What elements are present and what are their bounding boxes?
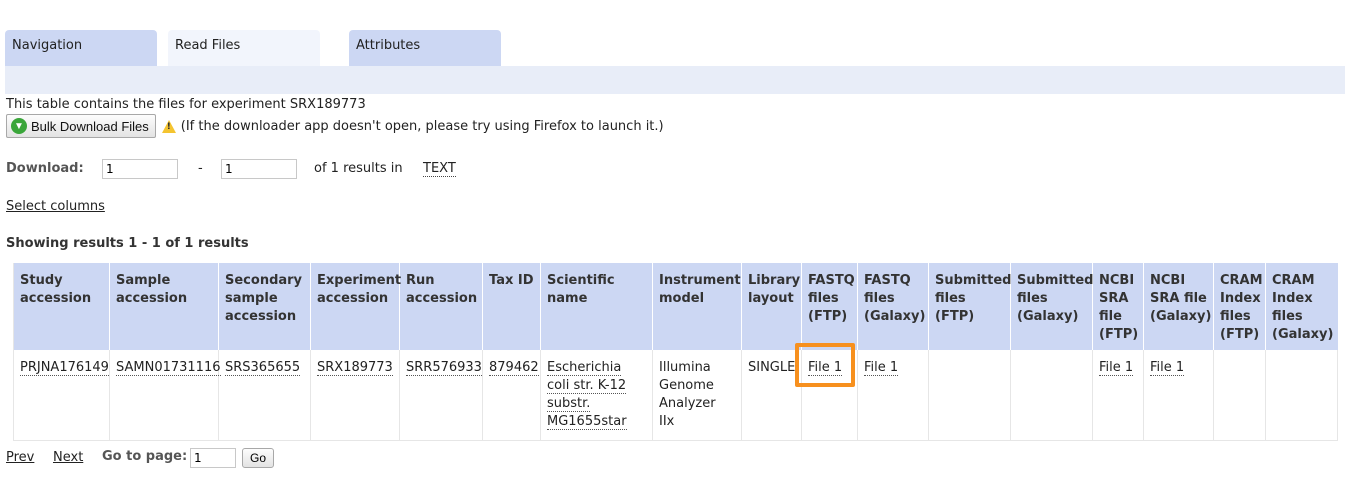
results-summary: Showing results 1 - 1 of 1 results <box>6 236 249 251</box>
column-header: Submitted files (FTP) <box>928 263 1011 350</box>
download-label: Download: <box>6 161 84 176</box>
column-header: Experiment accession <box>310 263 401 350</box>
column-header: Run accession <box>399 263 483 350</box>
scientific-name-link[interactable]: Escherichia coli str. K-12 substr. MG165… <box>547 360 627 430</box>
fastq-ftp-file-link[interactable]: File 1 <box>808 360 843 376</box>
sample-accession-link[interactable]: SAMN01731116 <box>116 360 221 376</box>
run-accession-link[interactable]: SRR576933 <box>406 360 482 376</box>
column-header: FASTQ files (Galaxy) <box>857 263 929 350</box>
tax-id-link[interactable]: 879462 <box>489 360 539 376</box>
tab-content-strip <box>5 66 1345 94</box>
sra-ftp-file-link[interactable]: File 1 <box>1099 360 1134 376</box>
bulk-download-label: Bulk Download Files <box>31 118 149 134</box>
secondary-sample-link[interactable]: SRS365655 <box>225 360 301 376</box>
goto-page-label: Go to page: <box>102 449 188 464</box>
downloader-note: (If the downloader app doesn't open, ple… <box>180 118 664 134</box>
column-header: Secondary sample accession <box>218 263 311 350</box>
table-row: PRJNA176149 SAMN01731116 SRS365655 SRX18… <box>13 350 1338 441</box>
download-results-text: of 1 results in <box>314 161 403 176</box>
page-number-input[interactable] <box>190 448 236 468</box>
column-header: Submitted files (Galaxy) <box>1010 263 1093 350</box>
column-header: Scientific name <box>540 263 653 350</box>
sra-galaxy-file-link[interactable]: File 1 <box>1150 360 1185 376</box>
column-header: NCBI SRA file (FTP) <box>1092 263 1144 350</box>
bulk-download-row: ▼ Bulk Download Files ! (If the download… <box>6 114 664 138</box>
download-dash: - <box>198 161 203 176</box>
column-header: Sample accession <box>109 263 219 350</box>
tab-read-files[interactable]: Read Files <box>168 30 320 66</box>
column-header: CRAM Index files (FTP) <box>1213 263 1266 350</box>
column-header: Instrument model <box>652 263 742 350</box>
results-table: Study accession Sample accession Seconda… <box>13 263 1338 441</box>
intro-text: This table contains the files for experi… <box>6 97 366 112</box>
warning-icon: ! <box>161 119 176 133</box>
prev-page-link[interactable]: Prev <box>6 450 34 465</box>
fastq-galaxy-file-link[interactable]: File 1 <box>864 360 899 376</box>
download-to-input[interactable] <box>221 159 297 179</box>
table-header-row: Study accession Sample accession Seconda… <box>13 263 1338 350</box>
column-header: FASTQ files (FTP) <box>801 263 858 350</box>
library-layout: SINGLE <box>748 360 796 375</box>
go-button[interactable]: Go <box>242 448 274 468</box>
download-from-input[interactable] <box>102 159 178 179</box>
column-header: CRAM Index files (Galaxy) <box>1265 263 1338 350</box>
tab-attributes[interactable]: Attributes <box>349 30 501 66</box>
column-header: Tax ID <box>482 263 541 350</box>
next-page-link[interactable]: Next <box>53 450 83 465</box>
tab-navigation[interactable]: Navigation <box>5 30 157 66</box>
download-arrow-icon: ▼ <box>11 118 27 134</box>
download-format-link[interactable]: TEXT <box>423 161 456 177</box>
study-accession-link[interactable]: PRJNA176149 <box>20 360 109 376</box>
experiment-accession-link[interactable]: SRX189773 <box>317 360 393 376</box>
select-columns-link[interactable]: Select columns <box>6 199 105 214</box>
column-header: Library layout <box>741 263 802 350</box>
instrument-model: Illumina Genome Analyzer IIx <box>659 360 716 429</box>
column-header: NCBI SRA file (Galaxy) <box>1143 263 1214 350</box>
column-header: Study accession <box>13 263 110 350</box>
bulk-download-button[interactable]: ▼ Bulk Download Files <box>6 114 156 138</box>
